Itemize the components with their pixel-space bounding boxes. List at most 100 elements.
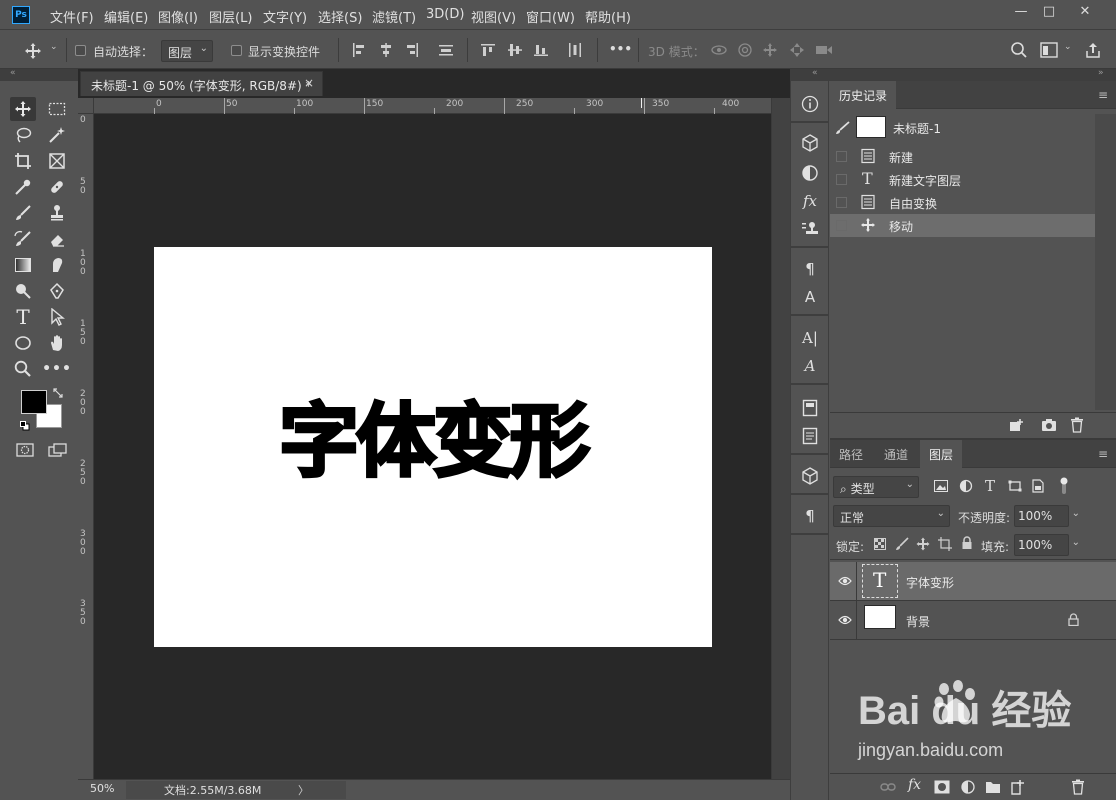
horizontal-ruler[interactable]: 0 50 100 150 200 250 300 350 400 bbox=[94, 98, 771, 114]
trash-icon[interactable] bbox=[1070, 417, 1084, 433]
vertical-ruler[interactable]: 0 5 0 1 0 0 1 5 0 2 0 0 2 5 0 3 0 0 3 5 … bbox=[78, 98, 94, 779]
quick-mask-icon[interactable] bbox=[16, 443, 34, 457]
new-adjustment-layer-icon[interactable] bbox=[961, 780, 975, 794]
clone-stamp-tool[interactable] bbox=[44, 201, 70, 225]
history-brush-tool[interactable] bbox=[10, 227, 36, 251]
tab-layers[interactable]: 图层 bbox=[920, 440, 963, 468]
menu-layer[interactable]: 图层(L) bbox=[209, 7, 252, 26]
align-horizontal-centers-icon[interactable] bbox=[378, 42, 394, 58]
vertical-scrollbar[interactable] bbox=[771, 98, 790, 779]
adjustments-icon[interactable] bbox=[799, 162, 821, 184]
share-icon[interactable] bbox=[1084, 41, 1102, 59]
smudge-tool[interactable] bbox=[44, 253, 70, 277]
menu-file[interactable]: 文件(F) bbox=[50, 7, 94, 26]
opacity-field[interactable]: 100% ⌄ bbox=[1014, 505, 1080, 527]
minimize-button[interactable]: — bbox=[1010, 4, 1032, 20]
new-group-folder-icon[interactable] bbox=[985, 780, 1001, 794]
move-tool-icon[interactable] bbox=[24, 42, 42, 60]
fill-field[interactable]: 100% ⌄ bbox=[1014, 534, 1080, 556]
comments-icon[interactable] bbox=[799, 425, 821, 447]
zoom-tool[interactable] bbox=[10, 357, 36, 381]
paragraph-icon[interactable]: ¶ bbox=[799, 505, 821, 527]
layer-filter-dropdown[interactable]: ⌕ 类型 ⌄ bbox=[833, 476, 919, 498]
foreground-color-swatch[interactable] bbox=[21, 390, 47, 414]
layer-row-text[interactable]: T 字体变形 bbox=[830, 562, 1116, 601]
ruler-origin[interactable] bbox=[78, 98, 94, 114]
character-styles-icon[interactable]: A bbox=[799, 286, 821, 308]
layer-name[interactable]: 背景 bbox=[906, 613, 930, 630]
blend-mode-dropdown[interactable]: 正常 ⌄ bbox=[833, 505, 950, 527]
history-item[interactable]: T 新建文字图层 bbox=[830, 168, 1095, 191]
history-source-checkbox[interactable] bbox=[836, 174, 847, 185]
lasso-tool[interactable] bbox=[10, 123, 36, 147]
add-layer-style-fx-icon[interactable]: fx bbox=[908, 777, 921, 793]
menu-select[interactable]: 选择(S) bbox=[318, 7, 362, 26]
3d-roll-icon[interactable] bbox=[737, 42, 753, 58]
panel-menu-icon[interactable]: ≡ bbox=[1098, 88, 1108, 102]
gradient-tool[interactable] bbox=[10, 253, 36, 277]
collapse-dock-icon[interactable]: « bbox=[812, 68, 818, 78]
dodge-tool[interactable] bbox=[10, 279, 36, 303]
menu-help[interactable]: 帮助(H) bbox=[585, 7, 631, 26]
brush-tool[interactable] bbox=[10, 201, 36, 225]
pen-tool[interactable] bbox=[44, 279, 70, 303]
search-icon[interactable] bbox=[1010, 41, 1028, 59]
history-source-checkbox[interactable] bbox=[836, 151, 847, 162]
3d-scale-camera-icon[interactable] bbox=[815, 43, 833, 57]
lock-position-icon[interactable] bbox=[916, 537, 930, 551]
align-right-edges-icon[interactable] bbox=[404, 42, 420, 58]
clone-source-icon[interactable] bbox=[799, 218, 821, 240]
menu-filter[interactable]: 滤镜(T) bbox=[372, 7, 416, 26]
crop-tool[interactable] bbox=[10, 149, 36, 173]
panel-menu-icon[interactable]: ≡ bbox=[1098, 447, 1108, 461]
ellipse-tool[interactable] bbox=[10, 331, 36, 355]
info-icon[interactable] bbox=[799, 93, 821, 115]
history-scrollbar[interactable] bbox=[1095, 114, 1116, 410]
edit-toolbar-button[interactable]: ••• bbox=[42, 357, 71, 381]
camera-icon[interactable] bbox=[1041, 418, 1057, 432]
frame-tool[interactable] bbox=[44, 149, 70, 173]
type-tool[interactable]: T bbox=[10, 305, 36, 329]
new-document-from-state-icon[interactable] bbox=[1009, 418, 1025, 432]
history-source-checkbox[interactable] bbox=[836, 220, 847, 231]
move-tool[interactable] bbox=[10, 97, 36, 121]
close-button[interactable]: ✕ bbox=[1074, 4, 1096, 20]
3d-orbit-icon[interactable] bbox=[710, 43, 728, 57]
eye-icon[interactable] bbox=[838, 575, 852, 587]
layer-name[interactable]: 字体变形 bbox=[906, 574, 954, 591]
workspace-icon[interactable] bbox=[1040, 42, 1058, 58]
menu-window[interactable]: 窗口(W) bbox=[526, 7, 575, 26]
status-menu-arrow-icon[interactable]: 〉 bbox=[298, 782, 309, 798]
menu-view[interactable]: 视图(V) bbox=[471, 7, 516, 26]
3d-panel-icon[interactable] bbox=[799, 465, 821, 487]
close-tab-icon[interactable]: × bbox=[304, 76, 314, 90]
canvas-text-layer[interactable]: 字体变形 bbox=[154, 377, 712, 493]
lock-image-pixels-icon[interactable] bbox=[895, 537, 909, 551]
menu-3d[interactable]: 3D(D) bbox=[426, 7, 464, 22]
align-bottom-edges-icon[interactable] bbox=[533, 42, 549, 58]
3d-pan-icon[interactable] bbox=[762, 42, 778, 58]
character-icon[interactable]: A| bbox=[799, 327, 821, 349]
hand-tool[interactable] bbox=[44, 331, 70, 355]
lock-all-icon[interactable] bbox=[961, 536, 973, 550]
tool-preset-chevron-icon[interactable]: ⌄ bbox=[50, 42, 58, 52]
delete-layer-trash-icon[interactable] bbox=[1071, 779, 1085, 795]
glyphs-icon[interactable]: A bbox=[799, 355, 821, 377]
filter-adjustment-icon[interactable] bbox=[959, 479, 973, 493]
distribute-horizontal-icon[interactable] bbox=[567, 42, 583, 58]
tab-paths[interactable]: 路径 bbox=[830, 440, 872, 468]
filter-shape-icon[interactable] bbox=[1008, 480, 1022, 492]
styles-fx-icon[interactable]: fx bbox=[799, 190, 821, 212]
align-left-edges-icon[interactable] bbox=[351, 42, 367, 58]
menu-type[interactable]: 文字(Y) bbox=[263, 7, 307, 26]
filter-smart-object-icon[interactable] bbox=[1032, 479, 1044, 493]
zoom-level[interactable]: 50% bbox=[90, 782, 114, 795]
layer-row-background[interactable]: 背景 bbox=[830, 601, 1116, 640]
swap-colors-icon[interactable] bbox=[53, 388, 63, 398]
history-source-checkbox[interactable] bbox=[836, 197, 847, 208]
link-layers-icon[interactable] bbox=[880, 782, 896, 792]
path-selection-tool[interactable] bbox=[44, 305, 70, 329]
document-canvas[interactable]: 字体变形 bbox=[154, 247, 712, 647]
add-mask-icon[interactable] bbox=[934, 780, 950, 794]
filter-pixel-icon[interactable] bbox=[934, 480, 948, 492]
